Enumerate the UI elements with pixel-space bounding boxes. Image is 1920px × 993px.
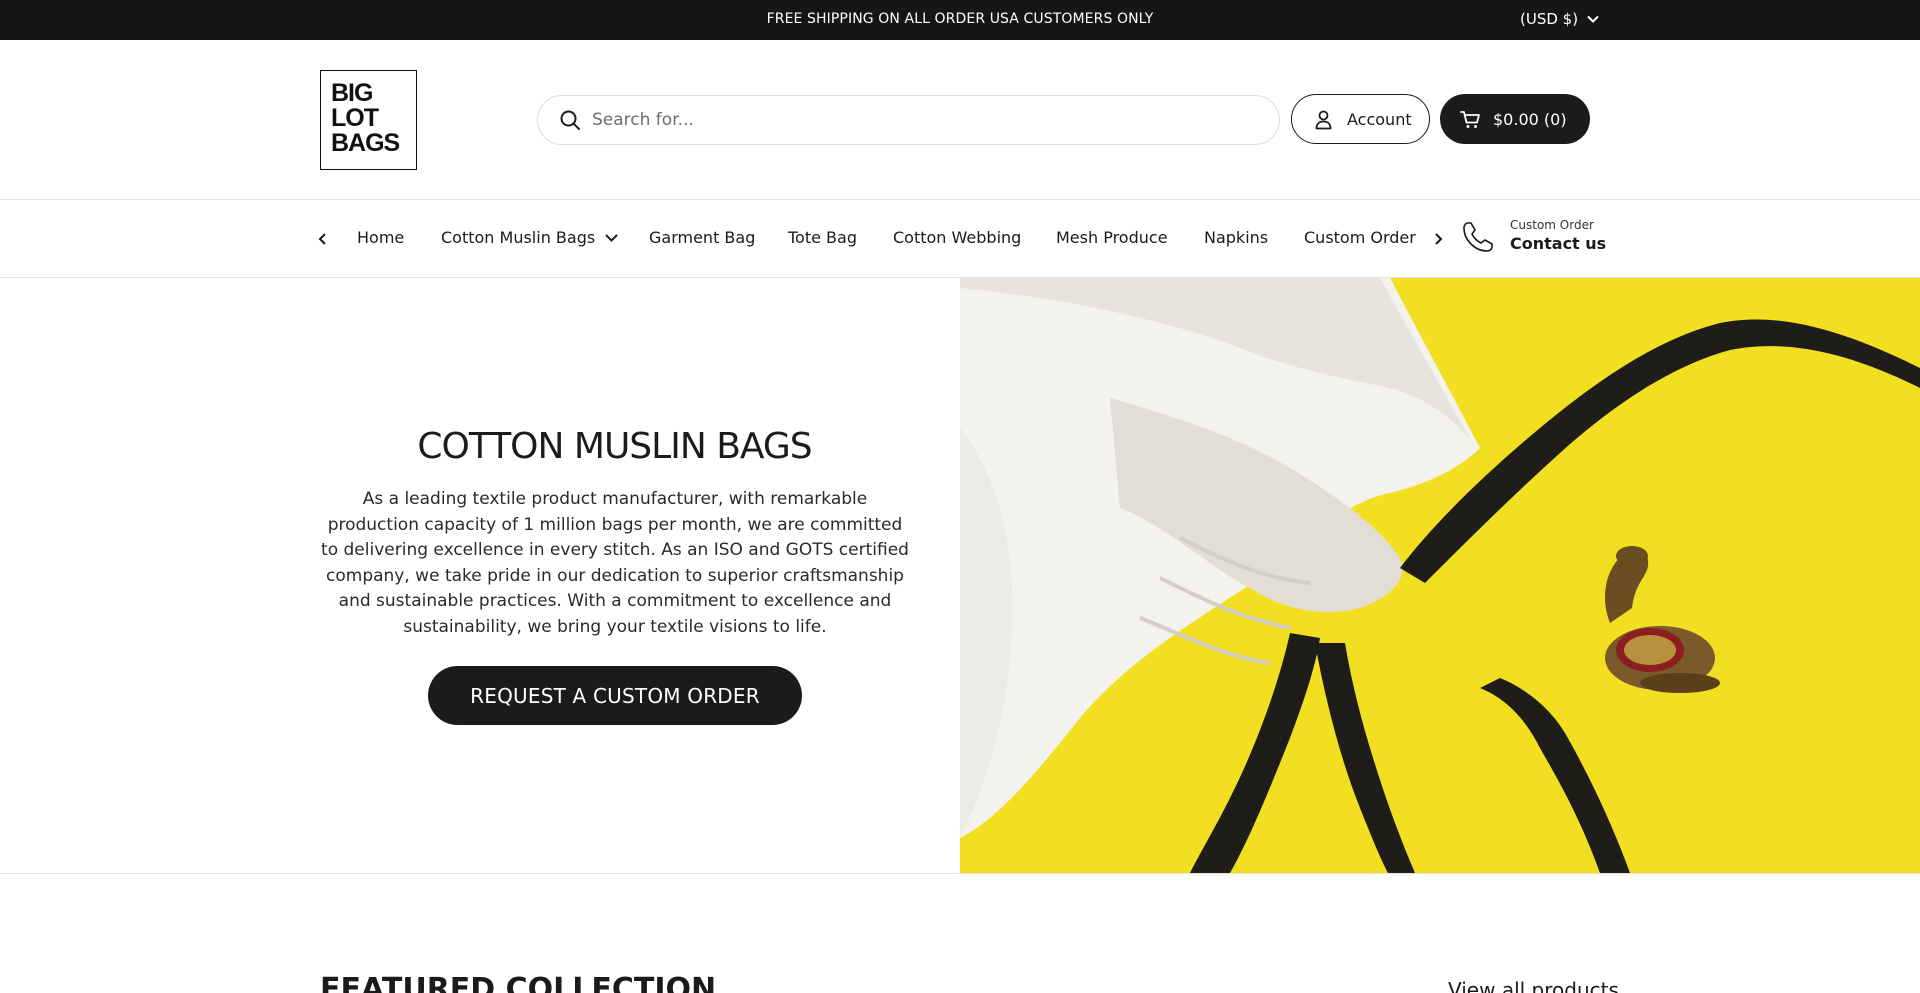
- nav-item-label: Tote Bag: [788, 228, 857, 247]
- nav-item-label: Cotton Webbing: [893, 228, 1022, 247]
- product-photo: [960, 278, 1920, 873]
- phone-icon: [1463, 221, 1493, 252]
- search-input[interactable]: [592, 110, 1252, 130]
- announcement-bar: FREE SHIPPING ON ALL ORDER USA CUSTOMERS…: [0, 0, 1920, 40]
- search-bar[interactable]: [537, 95, 1280, 145]
- site-header: BIG LOT BAGS Account $0.00 (0): [0, 40, 1920, 200]
- nav-item-label: Garment Bag: [649, 228, 756, 247]
- nav-item-cotton-webbing[interactable]: Cotton Webbing: [893, 228, 1021, 247]
- chevron-right-icon: [1435, 233, 1443, 245]
- logo-line-3: BAGS: [331, 129, 400, 157]
- nav-item-garment-bag[interactable]: Garment Bag: [649, 228, 755, 247]
- view-all-products-link[interactable]: View all products: [1448, 978, 1619, 993]
- announcement-text: FREE SHIPPING ON ALL ORDER USA CUSTOMERS…: [766, 11, 1154, 27]
- logo-line-1: BIG: [331, 79, 373, 107]
- nav-item-label: Home: [357, 228, 405, 247]
- main-navigation: Home Cotton Muslin Bags Garment Bag Tote…: [0, 201, 1920, 278]
- contact-subtitle: Custom Order: [1510, 218, 1594, 232]
- hero-text-panel: COTTON MUSLIN BAGS As a leading textile …: [0, 278, 960, 873]
- user-icon: [1315, 110, 1332, 129]
- search-icon: [560, 110, 580, 130]
- currency-label: (USD $): [1520, 10, 1579, 28]
- nav-item-home[interactable]: Home: [357, 228, 404, 247]
- nav-item-mesh-produce[interactable]: Mesh Produce: [1056, 228, 1168, 247]
- nav-item-label: Mesh Produce: [1056, 228, 1168, 247]
- chevron-down-icon: [1587, 15, 1599, 23]
- nav-scroll-right-button[interactable]: [1428, 229, 1448, 249]
- nav-item-label: Cotton Muslin Bags: [441, 228, 596, 247]
- request-custom-order-button[interactable]: REQUEST A CUSTOM ORDER: [428, 666, 802, 725]
- chevron-down-icon: [605, 234, 618, 242]
- hero-image: [960, 278, 1920, 873]
- cart-icon: [1460, 110, 1480, 128]
- cart-button[interactable]: $0.00 (0): [1440, 94, 1590, 144]
- cart-label: $0.00 (0): [1493, 109, 1567, 129]
- featured-collection-title: FEATURED COLLECTION: [320, 972, 717, 993]
- contact-title: Contact us: [1510, 234, 1607, 253]
- hero-description: As a leading textile product manufacture…: [321, 489, 909, 637]
- nav-scroll-left-button[interactable]: [313, 229, 333, 249]
- nav-item-napkins[interactable]: Napkins: [1204, 228, 1268, 247]
- nav-item-label: Napkins: [1204, 228, 1269, 247]
- account-button[interactable]: Account: [1291, 94, 1430, 144]
- nav-item-label: Custom Order: [1304, 228, 1416, 247]
- nav-item-custom-order[interactable]: Custom Order: [1304, 228, 1416, 247]
- contact-link[interactable]: Custom Order Contact us: [1460, 218, 1606, 255]
- contact-text: Custom Order Contact us: [1510, 218, 1606, 255]
- logo-line-2: LOT: [331, 104, 379, 132]
- hero-section: COTTON MUSLIN BAGS As a leading textile …: [0, 278, 1920, 874]
- nav-item-cotton-muslin-bags[interactable]: Cotton Muslin Bags: [441, 228, 619, 247]
- currency-selector[interactable]: (USD $): [1520, 10, 1600, 28]
- nav-item-tote-bag[interactable]: Tote Bag: [788, 228, 857, 247]
- chevron-left-icon: [318, 233, 326, 245]
- site-logo[interactable]: BIG LOT BAGS: [320, 70, 417, 170]
- account-label: Account: [1347, 109, 1412, 129]
